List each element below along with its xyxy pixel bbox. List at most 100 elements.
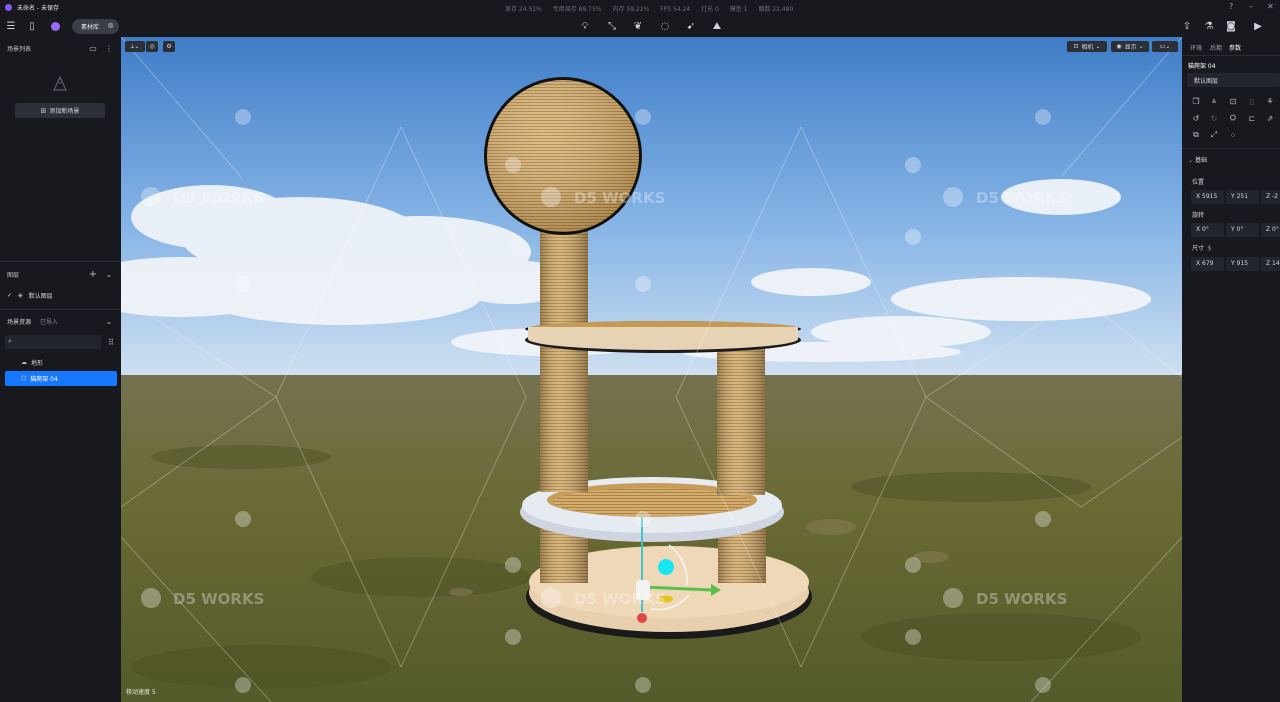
field-value: Y 251 bbox=[1231, 193, 1249, 200]
material-icon[interactable]: ⚘ bbox=[1265, 96, 1275, 106]
tab-post[interactable]: 后期 bbox=[1210, 43, 1222, 52]
camera-shot-icon[interactable]: ◙ bbox=[1223, 18, 1239, 34]
export-icon[interactable]: ⇪ bbox=[1179, 18, 1195, 34]
layer-select[interactable]: 默认图层 bbox=[1187, 73, 1280, 87]
render-icon[interactable]: ⚗︎ bbox=[1201, 18, 1217, 34]
layer-label: 默认图层 bbox=[28, 293, 53, 300]
position-x-field[interactable]: X 5915 bbox=[1191, 190, 1224, 204]
add-scene-button[interactable]: ⊞ 添加新场景 bbox=[15, 103, 105, 118]
snap-icon[interactable]: ⚙︎ bbox=[163, 41, 175, 52]
redo-icon[interactable]: ↻ bbox=[1209, 113, 1219, 123]
position-label: 位置 bbox=[1192, 179, 1205, 186]
close-window-icon[interactable]: ✕ bbox=[1267, 2, 1274, 11]
rotation-z-field[interactable]: Z 0° bbox=[1261, 223, 1280, 237]
display-menu-button[interactable]: ◉ 显示 ⌄ bbox=[1111, 41, 1149, 52]
3d-viewport[interactable]: D5 WORKS D5 WORKS D5 WORKS D5 WORKS D5 W… bbox=[121, 37, 1182, 702]
terrain-icon: ☁︎ bbox=[21, 359, 27, 366]
position-z-field[interactable]: Z -2 bbox=[1261, 190, 1280, 204]
link-icon[interactable]: § bbox=[1208, 245, 1211, 252]
svg-text:D5 WORKS: D5 WORKS bbox=[574, 189, 665, 207]
expand-icon[interactable]: ⤢ bbox=[1209, 130, 1219, 140]
rotation-y-field[interactable]: Y 0° bbox=[1226, 223, 1259, 237]
asset-search-input[interactable]: ⌕ bbox=[5, 335, 101, 349]
size-x-field[interactable]: X 679 bbox=[1191, 257, 1224, 271]
tab-environment[interactable]: 环境 bbox=[1190, 43, 1202, 52]
layer-item-default[interactable]: ✓ ◈ 默认图层 bbox=[7, 291, 53, 300]
chevron-down-icon[interactable]: ⌄ bbox=[104, 269, 114, 279]
performance-stats: 显存 24.52% 专用显存 89.75% 内存 59.22% FPS 54.2… bbox=[505, 4, 802, 13]
svg-text:D5 WORKS: D5 WORKS bbox=[173, 590, 264, 608]
scene-render[interactable]: D5 WORKS D5 WORKS D5 WORKS D5 WORKS D5 W… bbox=[121, 37, 1182, 702]
camera-menu-button[interactable]: ⊡ 相机 ⌄ bbox=[1067, 41, 1107, 52]
display-label: 显示 bbox=[1124, 44, 1137, 51]
video-icon[interactable]: ▶ bbox=[1250, 18, 1266, 34]
chevron-down-icon[interactable]: ⌄ bbox=[104, 316, 114, 326]
lock-icon[interactable]: ▯ bbox=[1247, 96, 1257, 106]
scene-list-title: 场景列表 bbox=[7, 46, 32, 53]
tab-imported[interactable]: 已导入 bbox=[40, 317, 58, 326]
file-icon[interactable]: ▯ bbox=[24, 18, 40, 34]
view-mode-button[interactable]: ▭⌄ bbox=[1152, 41, 1178, 52]
align-icon[interactable]: ⩓ bbox=[1209, 96, 1219, 106]
object-name: 猫爬架 04 bbox=[1188, 63, 1216, 70]
rotation-label: 旋转 bbox=[1192, 212, 1205, 219]
duplicate-icon[interactable]: ❐ bbox=[1191, 96, 1201, 106]
more-icon[interactable]: ⋮ bbox=[104, 43, 114, 53]
tab-params[interactable]: 参数 bbox=[1229, 43, 1241, 52]
field-value: Z -2 bbox=[1266, 193, 1278, 200]
ai-plugin-icon[interactable] bbox=[47, 18, 63, 34]
scene-placeholder-icon bbox=[53, 75, 67, 91]
paint-icon[interactable]: ⛭ bbox=[1228, 113, 1238, 123]
globe-icon[interactable]: ◎ bbox=[146, 41, 158, 52]
move-speed-label: 移动速度 5 bbox=[126, 688, 156, 696]
water-icon[interactable]: ◌ bbox=[657, 18, 673, 34]
stat-memory: 内存 59.22% bbox=[612, 6, 650, 13]
layers-icon: ◈ bbox=[18, 292, 23, 299]
right-panel: 环境 后期 参数 猫爬架 04 默认图层 ❐ ⩓ ⊡ ▯ ⚘ ↺ ↻ ⛭ ⊏ ⇗… bbox=[1182, 37, 1280, 702]
menu-icon[interactable]: ☰ bbox=[3, 18, 19, 34]
tab-scene-assets[interactable]: 场景资源 bbox=[7, 317, 31, 326]
size-y-field[interactable]: Y 915 bbox=[1226, 257, 1259, 271]
app-logo-icon bbox=[5, 4, 12, 11]
help-icon[interactable]: ? bbox=[1229, 2, 1233, 11]
terrain-tool-icon[interactable]: ⛰︎ bbox=[709, 18, 725, 34]
folder-icon[interactable]: ⊏ bbox=[1247, 113, 1257, 123]
library-label: 素材库 bbox=[81, 24, 100, 31]
undo-icon[interactable]: ↺ bbox=[1191, 113, 1201, 123]
light-bulb-icon[interactable]: 💡︎ bbox=[577, 18, 593, 34]
section-basic[interactable]: ⌄ 基础 bbox=[1188, 155, 1207, 164]
rotation-x-field[interactable]: X 0° bbox=[1191, 223, 1224, 237]
size-z-field[interactable]: Z 14 bbox=[1261, 257, 1280, 271]
stat-fps: FPS 54.24 bbox=[660, 6, 691, 13]
stat-faces: 面数 22,480 bbox=[758, 6, 794, 13]
camera-icon: ⊡ bbox=[1073, 43, 1079, 50]
stat-dedicated-vram: 专用显存 89.75% bbox=[552, 6, 602, 13]
tab-label: 已导入 bbox=[40, 319, 59, 326]
list-item-selected[interactable]: ⬡ 猫爬架 04 bbox=[5, 371, 117, 386]
screenshot-icon[interactable]: ▭ bbox=[88, 43, 98, 53]
scatter-icon[interactable]: ⁘ bbox=[1228, 130, 1238, 140]
focus-icon[interactable]: ⊡ bbox=[1228, 96, 1238, 106]
divider bbox=[1182, 148, 1280, 149]
vegetation-icon[interactable]: ❦ bbox=[630, 18, 646, 34]
field-value: X 0° bbox=[1196, 226, 1209, 233]
model-icon: ⬡ bbox=[21, 375, 27, 382]
share-icon[interactable]: ⇗ bbox=[1265, 113, 1275, 123]
path-tool-icon[interactable]: ⤡ bbox=[604, 18, 620, 34]
select-tool-icon[interactable]: ➹ bbox=[683, 18, 699, 34]
add-scene-label: 添加新场景 bbox=[49, 108, 80, 115]
svg-text:D5 WORKS: D5 WORKS bbox=[976, 189, 1067, 207]
list-item[interactable]: ☁︎ 地形 bbox=[21, 358, 43, 367]
minimize-icon[interactable]: – bbox=[1249, 2, 1253, 11]
library-button[interactable]: 素材库 ⊗ bbox=[72, 19, 119, 34]
library-close-icon[interactable]: ⊗ bbox=[107, 21, 114, 30]
size-label-row: 尺寸 § bbox=[1192, 243, 1211, 252]
asset-label: 地形 bbox=[31, 360, 44, 367]
tab-label: 场景资源 bbox=[7, 319, 32, 326]
add-layer-icon[interactable]: + bbox=[88, 269, 98, 280]
group-icon[interactable]: ⧉ bbox=[1191, 130, 1201, 140]
position-y-field[interactable]: Y 251 bbox=[1226, 190, 1259, 204]
axis-mode-button[interactable]: ⟂⌄ bbox=[125, 41, 145, 52]
grid-view-icon[interactable]: ⠿ bbox=[106, 337, 116, 347]
camera-label: 相机 bbox=[1081, 44, 1094, 51]
